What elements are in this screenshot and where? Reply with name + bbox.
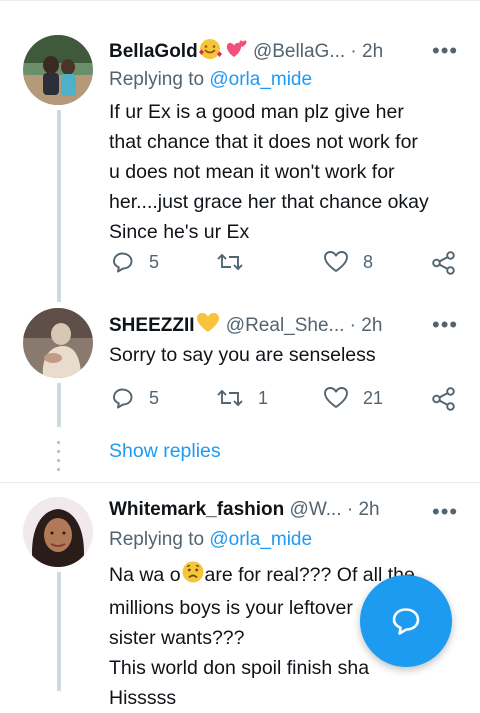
retweet-icon xyxy=(217,253,243,271)
smiling-face-with-hearts-emoji xyxy=(198,38,222,66)
more-options-icon[interactable]: ••• xyxy=(432,499,458,525)
replying-to: Replying to @orla_mide xyxy=(109,529,313,550)
like-count: 8 xyxy=(363,251,374,272)
timestamp[interactable]: 2h xyxy=(361,315,382,336)
tweet-text: Sorry to say you are senseless xyxy=(109,344,376,366)
share-button[interactable] xyxy=(431,250,457,276)
top-divider xyxy=(0,0,480,1)
timestamp[interactable]: 2h xyxy=(358,499,379,520)
share-icon xyxy=(432,251,455,275)
tweet-text: If ur Ex is a good man plz give her that… xyxy=(109,101,429,243)
thread-line xyxy=(57,572,61,691)
retweet-button[interactable]: 1 xyxy=(216,386,268,410)
handle[interactable]: @Real_She... xyxy=(226,315,345,336)
like-button[interactable]: 8 xyxy=(323,250,373,274)
thread-dots xyxy=(57,441,61,471)
reply-icon xyxy=(113,252,133,273)
thread-line xyxy=(57,110,61,302)
like-button[interactable]: 21 xyxy=(323,386,383,410)
more-options-icon[interactable]: ••• xyxy=(432,312,458,338)
share-icon xyxy=(432,387,455,411)
thread-line xyxy=(57,383,61,427)
reply-count: 5 xyxy=(149,251,160,272)
reply-icon xyxy=(113,388,133,409)
retweet-icon xyxy=(217,389,243,407)
worried-face-emoji xyxy=(181,560,205,593)
handle[interactable]: @BellaG... xyxy=(253,41,345,62)
tweet-header: SHEEZZII @Real_She... · 2h xyxy=(109,312,382,340)
mention-link[interactable]: @orla_mide xyxy=(209,69,312,90)
display-name[interactable]: SHEEZZII xyxy=(109,315,195,336)
timestamp[interactable]: 2h xyxy=(362,41,383,62)
retweet-button[interactable] xyxy=(216,250,258,274)
compose-reply-icon xyxy=(392,608,420,635)
tweet-header: BellaGold @BellaG... · 2h xyxy=(109,38,383,66)
retweet-count: 1 xyxy=(258,387,269,408)
share-button[interactable] xyxy=(431,386,457,412)
reply-button[interactable]: 5 xyxy=(111,250,159,274)
replying-to: Replying to @orla_mide xyxy=(109,69,313,90)
yellow-heart-emoji xyxy=(195,312,221,340)
handle[interactable]: @W... xyxy=(290,499,342,520)
avatar-whitemark[interactable] xyxy=(23,497,93,567)
more-options-icon[interactable]: ••• xyxy=(432,38,458,64)
tweet-header: Whitemark_fashion @W... · 2h xyxy=(109,499,380,520)
reply-count: 5 xyxy=(149,387,160,408)
like-count: 21 xyxy=(363,387,384,408)
compose-button[interactable] xyxy=(360,575,452,667)
section-divider xyxy=(0,482,480,483)
display-name[interactable]: BellaGold xyxy=(109,41,198,62)
display-name[interactable]: Whitemark_fashion xyxy=(109,499,284,520)
two-hearts-emoji xyxy=(222,38,248,66)
avatar-sheezzii[interactable] xyxy=(23,308,93,378)
heart-icon xyxy=(324,387,348,408)
heart-icon xyxy=(324,251,348,272)
mention-link[interactable]: @orla_mide xyxy=(209,529,312,550)
show-replies-link[interactable]: Show replies xyxy=(109,440,221,463)
avatar-bellagold[interactable] xyxy=(23,35,93,105)
reply-button[interactable]: 5 xyxy=(111,386,159,410)
